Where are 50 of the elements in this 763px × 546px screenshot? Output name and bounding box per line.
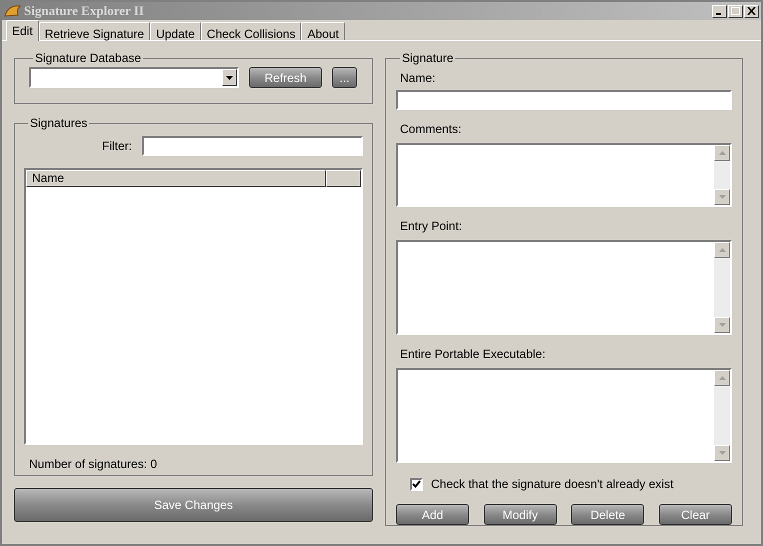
app-logo-icon [4,4,22,18]
field-label: Entire Portable Executable: [400,346,546,363]
action-button[interactable]: Delete [571,504,644,525]
checkbox[interactable] [410,478,423,490]
scroll-up-icon[interactable] [714,370,730,386]
scroll-up-icon[interactable] [714,145,730,161]
scroll-down-icon[interactable] [714,317,730,333]
minimize-button[interactable] [712,4,727,18]
tab[interactable]: Update [150,22,201,40]
text-area[interactable] [396,368,732,463]
action-button[interactable]: Modify [484,504,557,525]
filter-field[interactable] [142,136,363,156]
maximize-button[interactable] [728,4,743,18]
maximize-icon [731,7,740,15]
field-label: Entry Point: [400,218,464,235]
action-button[interactable]: Refresh [249,67,322,88]
text-area[interactable] [396,143,732,207]
checkmark-icon [412,480,421,488]
tab[interactable]: Retrieve Signature [38,22,150,40]
scroll-down-icon[interactable] [714,445,730,461]
field-label: Name: [400,70,436,87]
group-title: Signatures [29,115,88,132]
action-button[interactable]: Add [396,504,469,525]
group-title: Signature Database [34,50,142,67]
tab[interactable]: Edit [6,20,39,41]
name-field[interactable] [396,90,732,110]
scroll-down-icon[interactable] [714,189,730,205]
close-button[interactable] [744,4,759,18]
column-header [326,170,361,187]
window-title: Signature Explorer II [24,2,144,20]
signature-count: Number of signatures: 0 [29,456,158,473]
action-button[interactable]: Clear [658,504,732,525]
column-header[interactable]: Name [26,170,326,187]
scrollbar[interactable] [714,242,730,333]
group-title: Signature [401,50,454,67]
filter-label: Filter: [102,138,132,155]
database-dropdown[interactable] [29,67,239,88]
signature-list[interactable]: Name [24,168,363,445]
checkbox-label: Check that the signature doesn't already exist [431,476,674,493]
scrollbar[interactable] [714,145,730,205]
text-area[interactable] [396,240,732,335]
field-label: Comments: [400,121,462,138]
scroll-up-icon[interactable] [714,242,730,258]
browse-button[interactable]: ... [332,67,357,88]
close-icon [747,7,756,15]
scrollbar[interactable] [714,370,730,461]
action-button[interactable]: Save Changes [14,488,373,522]
tab[interactable]: Check Collisions [200,22,302,40]
tab[interactable]: About [301,22,345,40]
caret-icon [226,76,233,80]
